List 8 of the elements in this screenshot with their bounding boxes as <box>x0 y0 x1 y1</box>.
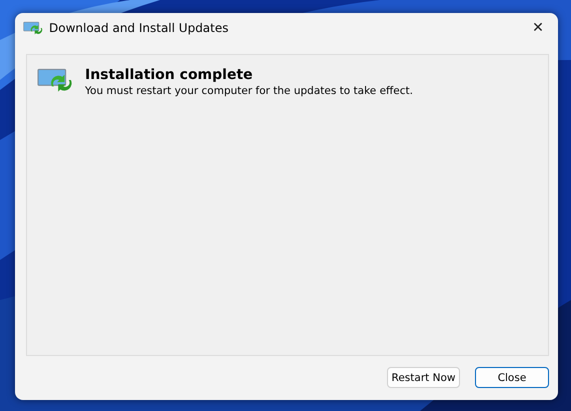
status-message: You must restart your computer for the updates to take effect. <box>85 85 413 97</box>
dialog-button[interactable]: Restart Now <box>387 367 460 388</box>
update-icon <box>23 21 43 35</box>
dialog-button[interactable]: Close <box>475 367 549 388</box>
update-icon <box>37 67 73 93</box>
window-title: Download and Install Updates <box>49 21 230 35</box>
status-heading: Installation complete <box>85 67 254 83</box>
close-button[interactable]: ✕ <box>518 13 558 43</box>
